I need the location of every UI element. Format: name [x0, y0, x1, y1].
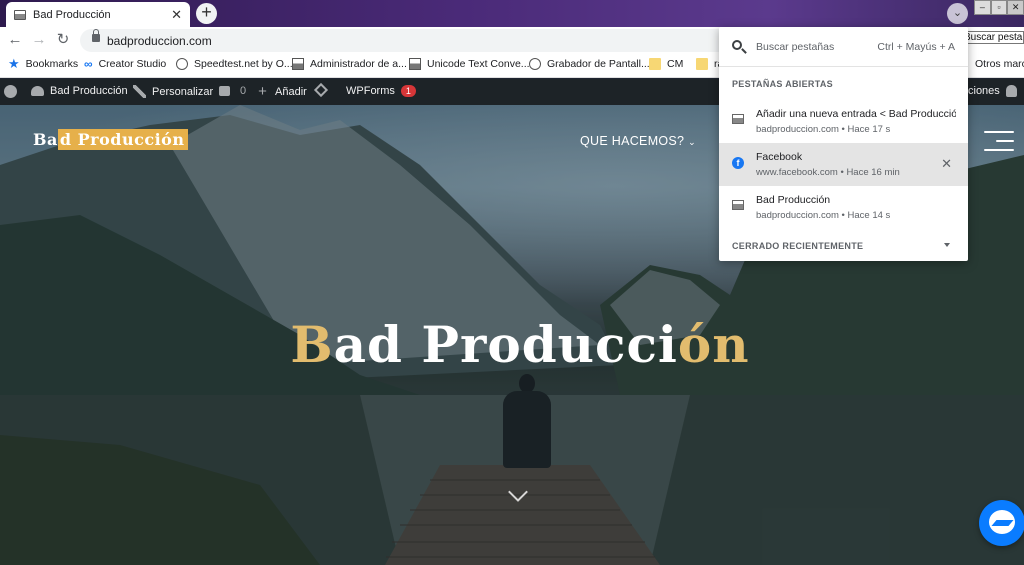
wp-logo-button[interactable] — [4, 85, 23, 98]
open-tab-title: Facebook — [756, 151, 803, 163]
messenger-icon — [991, 520, 1014, 526]
lock-icon — [92, 29, 100, 42]
facebook-icon: f — [732, 157, 744, 169]
site-logo[interactable]: Ba d Producción — [33, 129, 189, 152]
globe-icon — [529, 58, 541, 70]
hero-title: Bad Producción — [0, 315, 1024, 374]
hamburger-menu-icon[interactable] — [984, 131, 1014, 158]
open-tab-title: Añadir una nueva entrada < Bad Producció… — [756, 108, 956, 120]
search-icon — [732, 40, 742, 50]
back-arrow-icon[interactable]: ← — [6, 31, 24, 49]
open-tab-item[interactable]: Añadir una nueva entrada < Bad Producció… — [719, 100, 968, 143]
bookmark-item[interactable]: ∞ Creator Studio — [84, 58, 166, 70]
hero-title-accent-end: ón — [677, 315, 750, 374]
add-new-link[interactable]: + Añadir — [256, 83, 307, 100]
window-controls: – ▫ ✕ — [974, 0, 1024, 15]
brush-icon — [133, 85, 146, 98]
hero-title-accent-start: B — [290, 315, 334, 374]
close-tab-icon[interactable]: ✕ — [171, 7, 182, 23]
logo-text-white: Ba — [33, 130, 58, 149]
folder-icon — [696, 58, 708, 70]
new-tab-button[interactable]: + — [196, 3, 217, 24]
plus-icon: + — [258, 83, 267, 100]
tab-search-tooltip: Buscar pestañas — [960, 31, 1024, 44]
recently-closed-heading[interactable]: CERRADO RECIENTEMENTE — [732, 241, 863, 251]
folder-icon — [649, 58, 661, 70]
dashboard-icon — [31, 86, 44, 96]
open-tab-subtitle: badproduccion.com • Hace 14 s — [756, 210, 891, 221]
open-tab-item[interactable]: f Facebook www.facebook.com • Hace 16 mi… — [719, 143, 968, 186]
page-favicon-icon — [14, 9, 26, 20]
image-icon — [409, 58, 421, 70]
meta-icon: ∞ — [84, 57, 93, 71]
bookmark-item[interactable]: Speedtest.net by O... — [176, 58, 293, 70]
bookmark-label: Speedtest.net by O... — [194, 58, 293, 70]
bookmark-label: Creator Studio — [98, 58, 167, 70]
forward-arrow-icon[interactable]: → — [30, 31, 48, 49]
bookmark-item[interactable]: Grabador de Pantall... — [529, 58, 650, 70]
logo-text-highlight: d Producción — [57, 129, 189, 150]
tab-search-button[interactable]: ⌄ — [947, 3, 968, 24]
reload-icon[interactable]: ↻ — [54, 31, 72, 49]
bookmark-label: Grabador de Pantall... — [547, 58, 650, 70]
comments-count: 0 — [240, 85, 247, 97]
image-icon — [292, 58, 304, 70]
tab-title: Bad Producción — [33, 8, 111, 21]
bookmark-label: Bookmarks — [25, 58, 79, 70]
keyboard-shortcut: Ctrl + Mayús + A — [877, 41, 955, 53]
wpforms-menu[interactable]: WPForms 1 — [346, 85, 416, 97]
wpforms-link[interactable] — [313, 82, 332, 98]
site-name-link[interactable]: Bad Producción — [31, 85, 128, 97]
tab-search-popup: Buscar pestañas Ctrl + Mayús + A PESTAÑA… — [719, 27, 968, 261]
expand-triangle-icon[interactable] — [944, 243, 950, 247]
bookmark-item[interactable]: Administrador de a... — [292, 58, 407, 70]
url-text: badproduccion.com — [107, 34, 212, 48]
open-tab-subtitle: badproduccion.com • Hace 17 s — [756, 124, 891, 135]
wpforms-label: WPForms — [346, 85, 395, 97]
bookmark-label: CM — [667, 58, 684, 70]
account-label: ciones — [968, 85, 1000, 97]
globe-icon — [176, 58, 188, 70]
page-favicon-icon — [732, 200, 744, 210]
bookmark-label: Unicode Text Conve... — [427, 58, 530, 70]
nav-item-que-hacemos[interactable]: QUE HACEMOS? ⌄ — [580, 134, 696, 148]
bookmark-item[interactable]: ★ Bookmarks — [8, 56, 79, 71]
browser-tab-active[interactable]: Bad Producción ✕ — [6, 2, 190, 27]
restore-icon[interactable]: ▫ — [990, 0, 1008, 15]
bookmark-item[interactable]: Otros marca — [975, 58, 1024, 70]
bookmark-item[interactable]: Unicode Text Conve... — [409, 58, 530, 70]
close-tab-icon[interactable]: ✕ — [941, 156, 952, 172]
star-icon: ★ — [8, 56, 20, 71]
tab-search-field[interactable]: Buscar pestañas Ctrl + Mayús + A — [719, 27, 968, 67]
open-tabs-heading: PESTAÑAS ABIERTAS — [732, 79, 833, 89]
window-close-icon[interactable]: ✕ — [1007, 0, 1024, 15]
add-new-label: Añadir — [275, 85, 307, 98]
wpforms-icon — [313, 82, 329, 98]
hero-title-main: ad Producci — [333, 315, 678, 374]
notification-badge: 1 — [400, 85, 416, 97]
bookmark-label: Administrador de a... — [310, 58, 407, 70]
page-favicon-icon — [732, 114, 744, 124]
comment-icon — [219, 86, 230, 96]
wordpress-icon — [4, 85, 17, 98]
address-bar[interactable]: badproduccion.com — [80, 29, 730, 52]
customize-label: Personalizar — [152, 85, 214, 98]
my-account-link[interactable]: ciones — [968, 85, 1017, 97]
tab-search-placeholder: Buscar pestañas — [756, 41, 835, 53]
bookmark-label: Otros marca — [975, 58, 1024, 70]
site-name-label: Bad Producción — [50, 85, 128, 97]
nav-item-label: QUE HACEMOS? — [580, 134, 685, 148]
open-tab-subtitle: www.facebook.com • Hace 16 min — [756, 167, 900, 178]
open-tab-title: Bad Producción — [756, 194, 831, 206]
minimize-icon[interactable]: – — [974, 0, 991, 15]
user-icon — [1005, 85, 1017, 97]
comments-link[interactable]: 0 — [219, 85, 246, 97]
browser-titlebar: Bad Producción ✕ + ⌄ – ▫ ✕ — [0, 0, 1024, 27]
chevron-down-icon: ⌄ — [688, 137, 696, 147]
messenger-chat-button[interactable] — [979, 500, 1024, 546]
open-tab-item[interactable]: Bad Producción badproduccion.com • Hace … — [719, 186, 968, 229]
bookmark-item[interactable]: CM — [649, 58, 683, 70]
customize-link[interactable]: Personalizar — [133, 85, 213, 98]
